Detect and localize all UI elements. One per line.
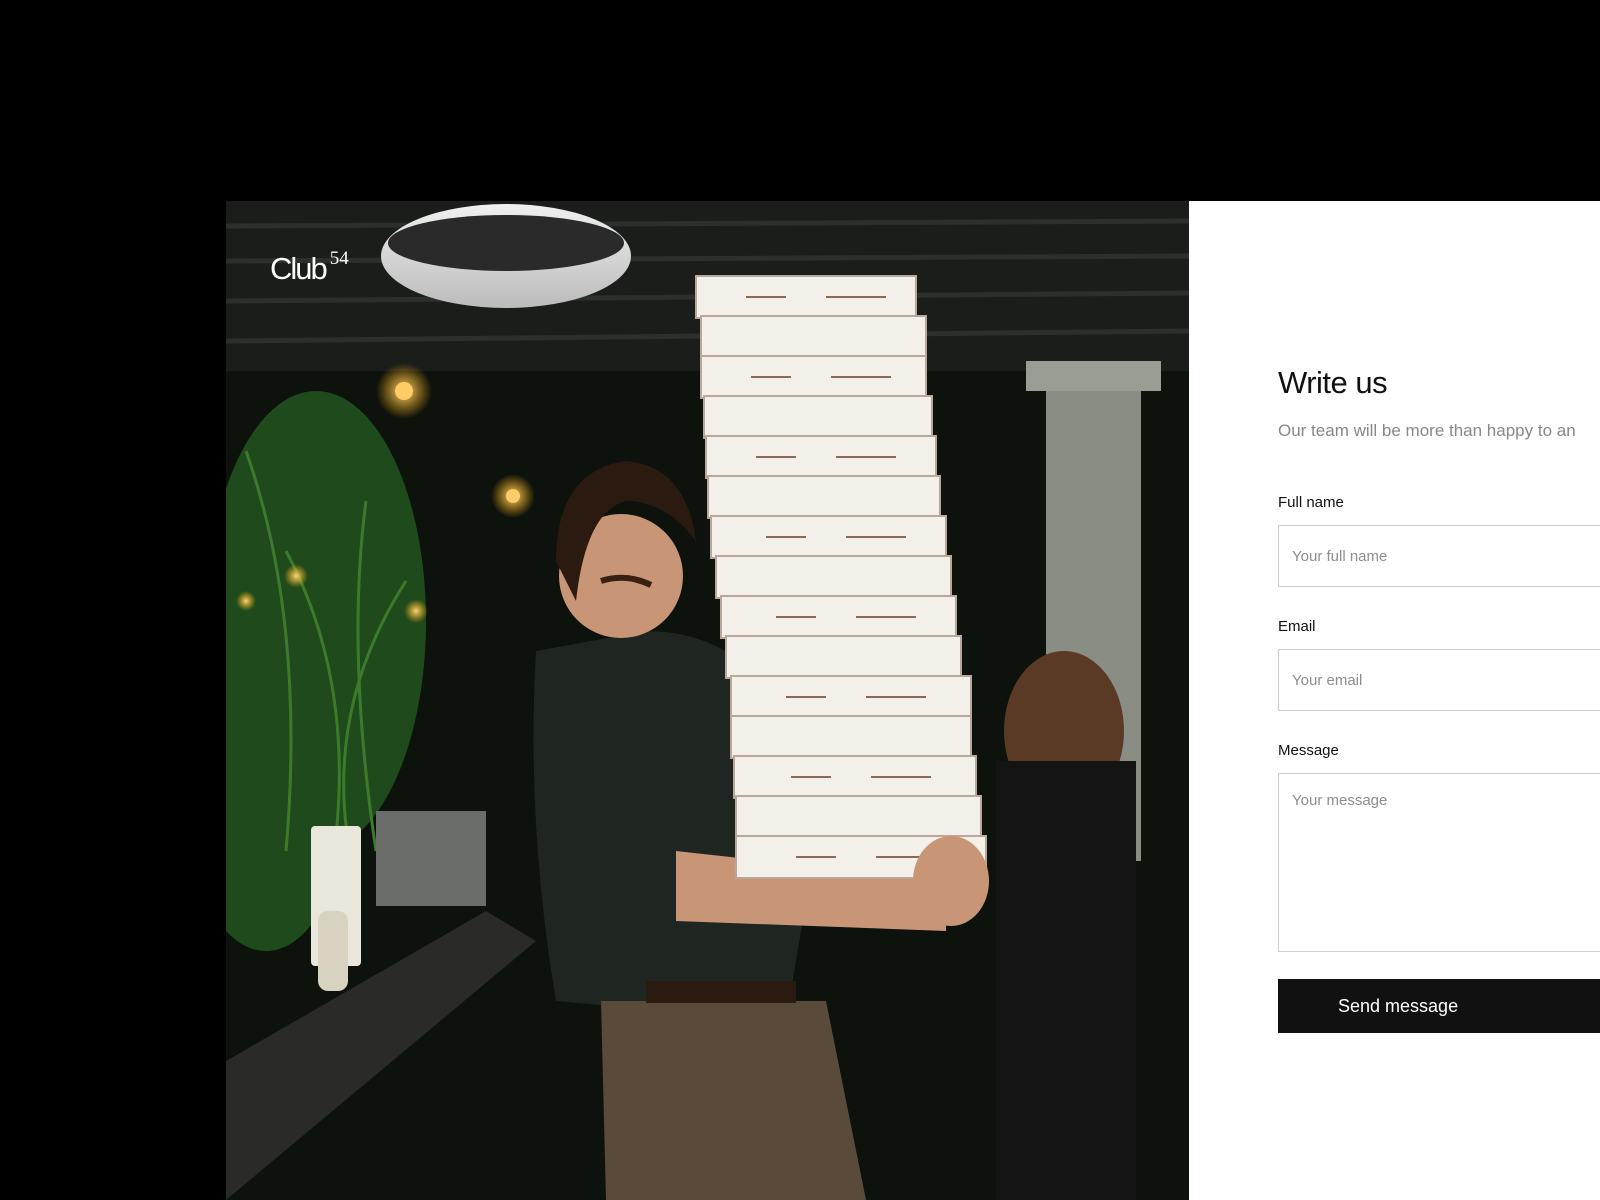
form-title: Write us (1278, 365, 1388, 400)
photo-illustration (226, 201, 1189, 1200)
email-label: Email (1278, 618, 1316, 635)
message-label: Message (1278, 742, 1339, 759)
brand-name: Club (270, 251, 328, 286)
brand-superscript: 54 (329, 247, 349, 269)
hero-photo: Club 54 (226, 201, 1189, 1200)
contact-form: Write us Our team will be more than happ… (1278, 365, 1600, 1033)
full-name-input[interactable] (1278, 525, 1600, 587)
brand-logo[interactable]: Club 54 (270, 247, 349, 287)
full-name-label: Full name (1278, 494, 1344, 511)
form-subtitle: Our team will be more than happy to an (1278, 421, 1576, 440)
contact-form-panel: Write us Our team will be more than happ… (1189, 201, 1600, 1200)
send-message-button[interactable]: Send message (1278, 979, 1600, 1033)
email-input[interactable] (1278, 649, 1600, 711)
message-textarea[interactable] (1278, 773, 1600, 952)
